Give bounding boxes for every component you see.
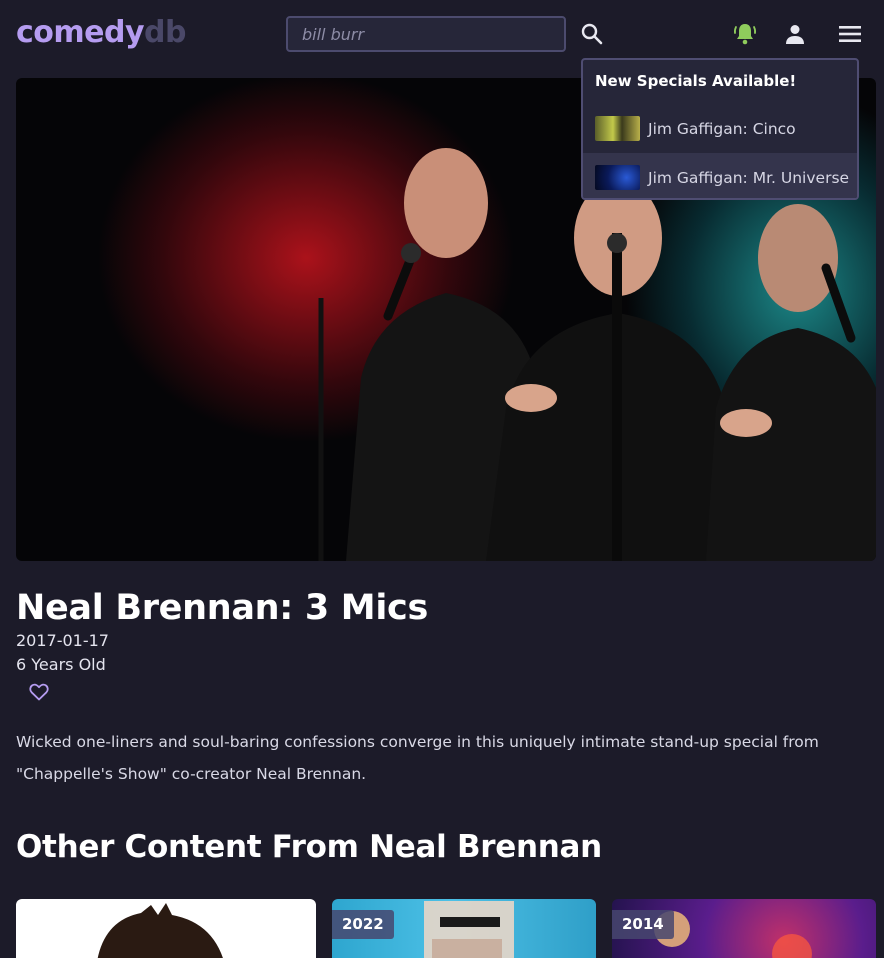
search-input[interactable] — [286, 16, 566, 52]
logo-secondary: db — [144, 15, 186, 50]
bell-icon — [733, 24, 757, 45]
notification-label: Jim Gaffigan: Cinco — [648, 119, 796, 138]
other-content-heading: Other Content From Neal Brennan — [16, 829, 602, 865]
menu-button[interactable] — [834, 18, 866, 50]
content-card[interactable]: 2014 — [612, 899, 876, 958]
search-button[interactable] — [576, 18, 608, 50]
notifications-dropdown: New Specials Available! Jim Gaffigan: Ci… — [581, 58, 859, 200]
notifications-title: New Specials Available! — [595, 72, 797, 90]
heart-outline-icon — [29, 683, 49, 701]
favorite-button[interactable] — [28, 681, 50, 703]
logo-primary: comedy — [16, 15, 145, 50]
content-card[interactable]: 2022 — [332, 899, 596, 958]
special-thumbnail — [595, 165, 640, 190]
account-button[interactable] — [779, 18, 811, 50]
card-thumbnail — [424, 901, 514, 958]
notification-item[interactable]: Jim Gaffigan: Cinco — [583, 104, 857, 153]
year-badge: 2014 — [612, 910, 674, 939]
site-logo[interactable]: comedydb — [16, 13, 186, 53]
notification-item[interactable]: Jim Gaffigan: Mr. Universe — [583, 153, 857, 198]
release-date: 2017-01-17 — [16, 631, 109, 650]
special-age: 6 Years Old — [16, 655, 106, 674]
user-icon — [786, 25, 804, 44]
card-thumbnail — [97, 903, 223, 958]
hamburger-menu-icon — [839, 26, 861, 42]
content-card[interactable] — [16, 899, 316, 958]
special-title: Neal Brennan: 3 Mics — [16, 588, 429, 628]
notification-label: Jim Gaffigan: Mr. Universe — [648, 168, 850, 187]
special-thumbnail — [595, 116, 640, 141]
notifications-button[interactable] — [728, 18, 762, 50]
special-description: Wicked one-liners and soul-baring confes… — [16, 733, 819, 783]
search-icon — [581, 23, 603, 45]
